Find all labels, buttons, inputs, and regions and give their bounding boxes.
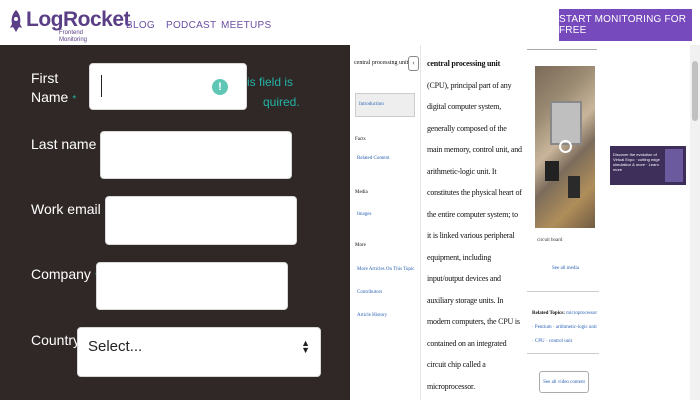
media-sidebar: circuit board See all media Related Topi… — [525, 45, 605, 400]
nav-blog[interactable]: BLOG — [126, 20, 155, 31]
chip-shape — [545, 161, 559, 181]
article-panel: central processing unit ‹ Introduction F… — [350, 45, 700, 400]
text-cursor — [101, 75, 102, 97]
company-label-text: Company — [31, 266, 91, 282]
country-label-text: Country — [31, 332, 81, 348]
toc-related-content[interactable]: Related Content — [357, 156, 389, 161]
divider — [527, 353, 599, 354]
page-scrollbar[interactable] — [690, 45, 700, 400]
required-error-message: is field is quired. — [247, 72, 300, 112]
warning-icon: ! — [212, 79, 228, 95]
chip-shape — [550, 101, 582, 145]
toc-facts-heading: Facts — [355, 137, 366, 142]
chip-shape — [568, 176, 580, 198]
country-select-value: Select... — [88, 338, 143, 355]
logo-subtitle: Frontend Monitoring — [59, 30, 88, 43]
toc-contributors[interactable]: Contributors — [357, 290, 382, 295]
error-line-1: is field is — [247, 75, 294, 89]
ad-text: Discover the evolution of Virtual Expo ·… — [613, 152, 660, 172]
toc-images[interactable]: Images — [357, 212, 371, 217]
article-paragraph: (CPU), principal part of any digital com… — [427, 80, 522, 391]
image-caption: circuit board — [537, 238, 563, 243]
company-label: Company* — [31, 265, 99, 286]
see-all-media-link[interactable]: See all media — [552, 266, 579, 271]
article-text: central processing unit (CPU), principal… — [427, 53, 522, 397]
nav-meetups[interactable]: MEETUPS — [221, 20, 271, 31]
toc-more-articles[interactable]: More Articles On This Topic — [357, 267, 415, 272]
toc-introduction[interactable]: Introduction — [355, 93, 415, 117]
error-line-2: quired. — [263, 95, 300, 109]
scrollbar-thumb[interactable] — [692, 61, 698, 121]
first-name-label: First Name * — [31, 69, 86, 109]
related-topics-label: Related Topics: — [532, 311, 565, 316]
rocket-icon — [10, 10, 22, 32]
toc-more-heading: More — [355, 243, 366, 248]
top-navbar: LogRocket Frontend Monitoring BLOG PODCA… — [0, 0, 700, 46]
work-email-input[interactable] — [105, 196, 297, 245]
required-asterisk: * — [72, 94, 77, 105]
advertisement-banner[interactable]: Discover the evolution of Virtual Expo ·… — [610, 146, 686, 185]
magnify-icon — [559, 140, 572, 153]
toc-collapse-button[interactable]: ‹ — [408, 56, 419, 71]
first-name-label-text: First Name — [31, 70, 69, 105]
toc-title: central processing unit — [354, 60, 409, 66]
logo-text: LogRocket — [26, 8, 131, 31]
work-email-label-text: Work email — [31, 201, 101, 217]
cpu-image[interactable] — [535, 66, 595, 228]
related-topics: Related Topics: microprocessor · Pentium… — [532, 307, 598, 349]
divider — [527, 49, 597, 50]
last-name-label-text: Last name — [31, 136, 97, 152]
work-email-label: Work email* — [31, 200, 109, 221]
toc-article-history[interactable]: Article History — [357, 313, 387, 318]
article-lead-term: central processing unit — [427, 59, 501, 68]
table-of-contents: central processing unit ‹ Introduction F… — [350, 45, 421, 400]
last-name-label: Last name* — [31, 135, 104, 156]
ad-image — [665, 149, 683, 182]
nav-podcast[interactable]: PODCAST — [166, 20, 216, 31]
see-all-video-button[interactable]: See all video content — [539, 371, 589, 393]
country-select[interactable]: Select... ▲ ▼ — [77, 327, 321, 377]
divider — [527, 291, 599, 292]
logrocket-logo[interactable]: LogRocket Frontend Monitoring — [8, 9, 131, 43]
select-arrows-icon: ▲ ▼ — [301, 338, 310, 355]
toc-media-heading: Media — [355, 190, 368, 195]
company-input[interactable] — [96, 262, 288, 310]
last-name-input[interactable] — [100, 131, 292, 179]
start-monitoring-button[interactable]: START MONITORING FOR FREE — [559, 9, 692, 41]
